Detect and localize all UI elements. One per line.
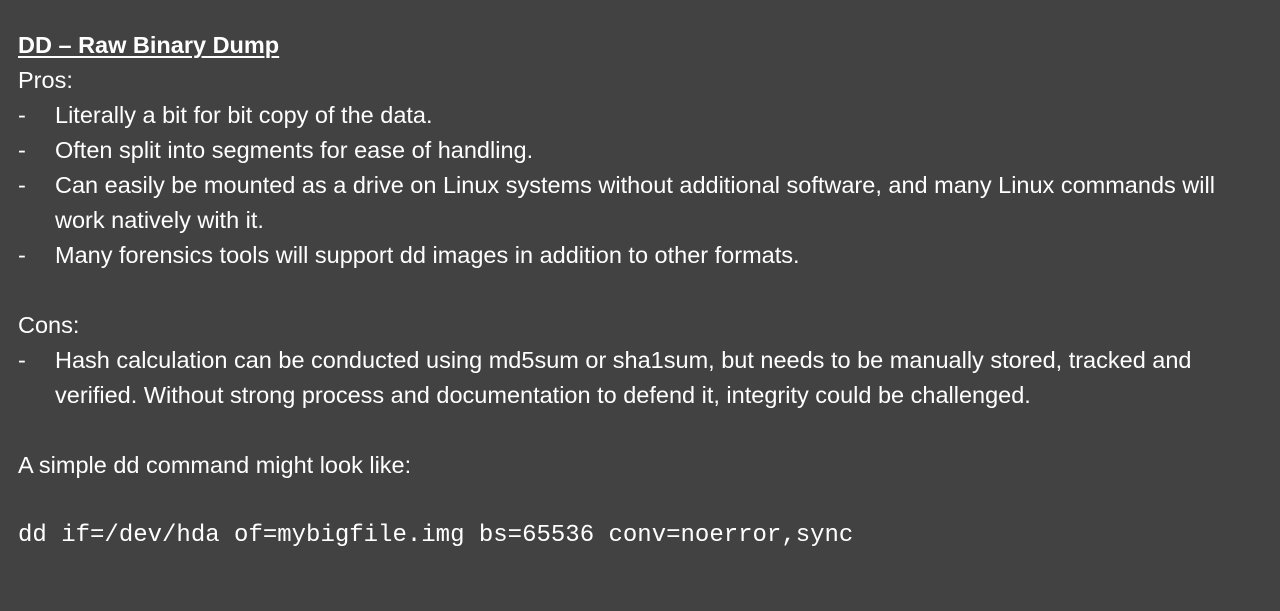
slide-title: DD – Raw Binary Dump [18,32,280,58]
cons-list: - Hash calculation can be conducted usin… [18,343,1240,413]
slide-content: DD – Raw Binary Dump Pros: - Literally a… [18,28,1240,553]
pros-label: Pros: [18,67,73,93]
dd-command: dd if=/dev/hda of=mybigfile.img bs=65536… [18,522,854,549]
bullet-dash: - [18,102,26,128]
pros-item-text: Can easily be mounted as a drive on Linu… [55,172,1215,233]
pros-item-text: Many forensics tools will support dd ima… [55,242,800,268]
list-item: - Many forensics tools will support dd i… [18,238,1240,273]
pros-item-text: Often split into segments for ease of ha… [55,137,534,163]
command-intro: A simple dd command might look like: [18,452,412,478]
bullet-dash: - [18,242,26,268]
pros-list: - Literally a bit for bit copy of the da… [18,98,1240,273]
list-item: - Often split into segments for ease of … [18,133,1240,168]
cons-item-text: Hash calculation can be conducted using … [55,347,1192,408]
cons-label: Cons: [18,312,80,338]
list-item: - Hash calculation can be conducted usin… [18,343,1240,413]
bullet-dash: - [18,137,26,163]
pros-item-text: Literally a bit for bit copy of the data… [55,102,433,128]
bullet-dash: - [18,172,26,198]
list-item: - Can easily be mounted as a drive on Li… [18,168,1240,238]
list-item: - Literally a bit for bit copy of the da… [18,98,1240,133]
bullet-dash: - [18,347,26,373]
